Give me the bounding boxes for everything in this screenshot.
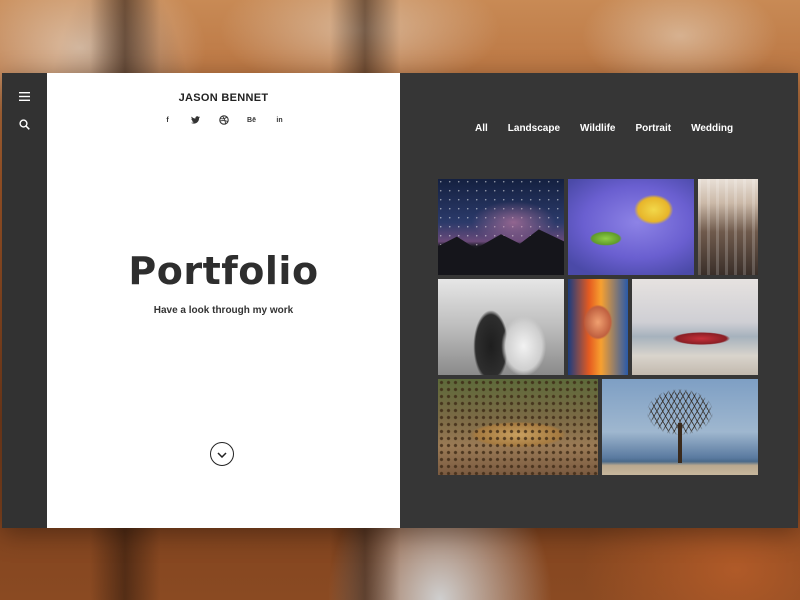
search-icon[interactable]	[18, 117, 32, 131]
twitter-icon[interactable]	[190, 114, 202, 126]
gallery-photo-frog[interactable]	[568, 179, 694, 275]
gallery-photo-neon-portrait[interactable]	[568, 279, 628, 375]
gallery-photo-surfer[interactable]	[632, 279, 758, 375]
filter-all[interactable]: All	[475, 123, 488, 134]
site-name[interactable]: JASON BENNET	[47, 92, 400, 104]
page-subtitle: Have a look through my work	[153, 305, 294, 316]
social-links: f Bē in	[47, 114, 400, 126]
filter-wildlife[interactable]: Wildlife	[580, 123, 615, 134]
portfolio-window: JASON BENNET f Bē in Portfolio Have a lo…	[2, 73, 798, 528]
gallery-photo-night-sky[interactable]	[438, 179, 564, 275]
dribbble-icon[interactable]	[218, 114, 230, 126]
side-rail	[2, 73, 47, 528]
gallery-photo-tree-couple[interactable]	[602, 379, 758, 475]
gallery-photo-city[interactable]	[698, 179, 758, 275]
intro-panel: JASON BENNET f Bē in Portfolio Have a lo…	[47, 73, 400, 528]
gallery-photo-wedding-kiss[interactable]	[438, 279, 564, 375]
gallery-filters: All Landscape Wildlife Portrait Wedding	[475, 123, 733, 134]
chevron-down-icon	[217, 445, 227, 463]
gallery-panel: All Landscape Wildlife Portrait Wedding	[400, 73, 798, 528]
facebook-icon[interactable]: f	[162, 114, 174, 126]
behance-icon[interactable]: Bē	[246, 114, 258, 126]
scroll-down-button[interactable]	[210, 442, 234, 466]
filter-wedding[interactable]: Wedding	[691, 123, 733, 134]
gallery-photo-leopard[interactable]	[438, 379, 598, 475]
filter-landscape[interactable]: Landscape	[508, 123, 560, 134]
page-title: Portfolio	[128, 249, 319, 293]
tree-trunk	[678, 423, 682, 463]
hamburger-menu-icon[interactable]	[18, 89, 32, 103]
filter-portrait[interactable]: Portrait	[636, 123, 672, 134]
linkedin-icon[interactable]: in	[274, 114, 286, 126]
